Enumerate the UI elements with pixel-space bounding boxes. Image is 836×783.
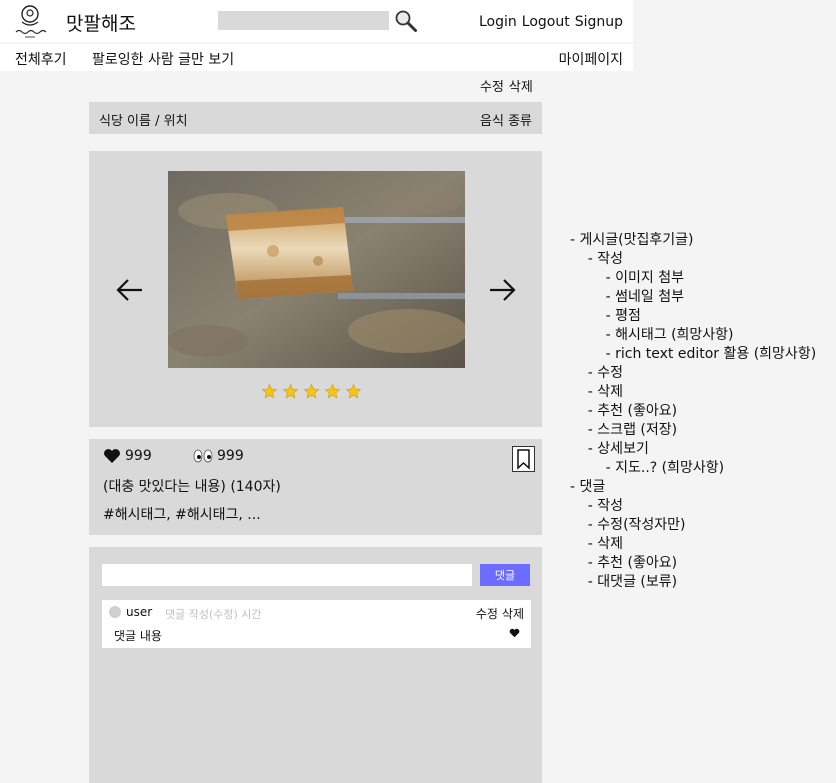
- note-line: - 스크랩 (저장): [570, 422, 678, 438]
- post-delete-button[interactable]: 삭제: [509, 76, 533, 95]
- note-line: - 지도..? (희망사항): [570, 460, 725, 476]
- star-icon: [282, 383, 299, 399]
- nav-following-only[interactable]: 팔로잉한 사람 글만 보기: [92, 49, 234, 69]
- star-icon: [303, 383, 320, 399]
- star-icon: [261, 383, 278, 399]
- note-line: - 수정(작성자만): [570, 517, 686, 533]
- avatar: [109, 606, 121, 618]
- food-photo: [168, 171, 465, 368]
- comment-body: 댓글 내용: [114, 629, 162, 643]
- note-line: - 게시글(맛집후기글): [570, 232, 694, 248]
- arrow-right-icon[interactable]: [487, 275, 517, 305]
- note-line: - 작성: [570, 498, 624, 514]
- note-line: - 댓글: [570, 479, 606, 495]
- logo-icon[interactable]: [13, 4, 47, 40]
- post-hashtags: #해시태그, #해시태그, ...: [103, 507, 261, 523]
- image-carousel: [89, 151, 542, 427]
- arrow-left-icon[interactable]: [115, 275, 145, 305]
- food-type: 음식 종류: [480, 114, 532, 129]
- note-line: - 상세보기: [570, 441, 649, 457]
- comment-actions: 수정 삭제: [476, 605, 524, 622]
- comment-delete-button[interactable]: 삭제: [502, 605, 524, 622]
- star-icon: [345, 383, 362, 399]
- top-header: 맛팔해조 Login Logout Signup: [0, 0, 633, 42]
- login-link[interactable]: Login: [479, 14, 517, 30]
- rating-stars: [261, 383, 362, 400]
- nav-my-page[interactable]: 마이페이지: [559, 49, 623, 69]
- comment-user[interactable]: user: [126, 605, 152, 619]
- brand-name: 맛팔해조: [66, 13, 136, 35]
- note-line: - 작성: [570, 251, 624, 267]
- comment-time: 댓글 작성(수정) 시간: [165, 608, 262, 621]
- bookmark-icon: [517, 449, 530, 470]
- feature-notes: - 게시글(맛집후기글) - 작성 - 이미지 첨부 - 썸네일 첨부 - 평점…: [570, 231, 816, 592]
- star-icon: [324, 383, 341, 399]
- like-button[interactable]: 999: [103, 448, 152, 464]
- post-actions: 수정 삭제: [480, 76, 533, 95]
- note-line: - 삭제: [570, 384, 624, 400]
- signup-link[interactable]: Signup: [575, 14, 623, 30]
- view-count: 999: [217, 448, 244, 464]
- note-line: - 삭제: [570, 536, 624, 552]
- comment-edit-button[interactable]: 수정: [476, 605, 498, 622]
- comment-item: user 댓글 작성(수정) 시간 수정 삭제 댓글 내용: [102, 600, 531, 648]
- post-edit-button[interactable]: 수정: [480, 76, 504, 95]
- logout-link[interactable]: Logout: [522, 14, 570, 30]
- note-line: - 대댓글 (보류): [570, 574, 678, 590]
- post-summary: (대충 맛있다는 내용) (140자): [103, 479, 281, 495]
- restaurant-bar: 식당 이름 / 위치 음식 종류: [89, 102, 542, 134]
- comment-submit-button[interactable]: 댓글: [480, 564, 530, 586]
- comments-panel: 댓글 user 댓글 작성(수정) 시간 수정 삭제 댓글 내용: [89, 547, 542, 783]
- heart-icon: [104, 449, 120, 463]
- note-line: - 해시태그 (희망사항): [570, 327, 734, 343]
- eyes-icon: [193, 449, 213, 463]
- search-input[interactable]: [218, 11, 389, 30]
- note-line: - 추천 (좋아요): [570, 403, 678, 419]
- main-nav: 전체후기 팔로잉한 사람 글만 보기 마이페이지: [0, 44, 633, 71]
- nav-all-reviews[interactable]: 전체후기: [15, 49, 67, 69]
- view-counter: 999: [193, 448, 244, 464]
- comment-input[interactable]: [102, 564, 472, 586]
- like-count: 999: [125, 448, 152, 464]
- restaurant-name-location: 식당 이름 / 위치: [99, 114, 188, 129]
- search-icon[interactable]: [394, 9, 418, 33]
- note-line: - 썸네일 첨부: [570, 289, 684, 305]
- auth-links: Login Logout Signup: [418, 14, 633, 30]
- comment-heart-icon[interactable]: [509, 628, 520, 638]
- post-stats: 999 999 (대충 맛있다는 내용) (140자) #해시태그, #해시태그…: [89, 439, 542, 535]
- note-line: - rich text editor 활용 (희망사항): [570, 346, 817, 362]
- note-line: - 이미지 첨부: [570, 270, 684, 286]
- note-line: - 평점: [570, 308, 641, 324]
- bookmark-button[interactable]: [512, 446, 535, 472]
- note-line: - 수정: [570, 365, 624, 381]
- note-line: - 추천 (좋아요): [570, 555, 678, 571]
